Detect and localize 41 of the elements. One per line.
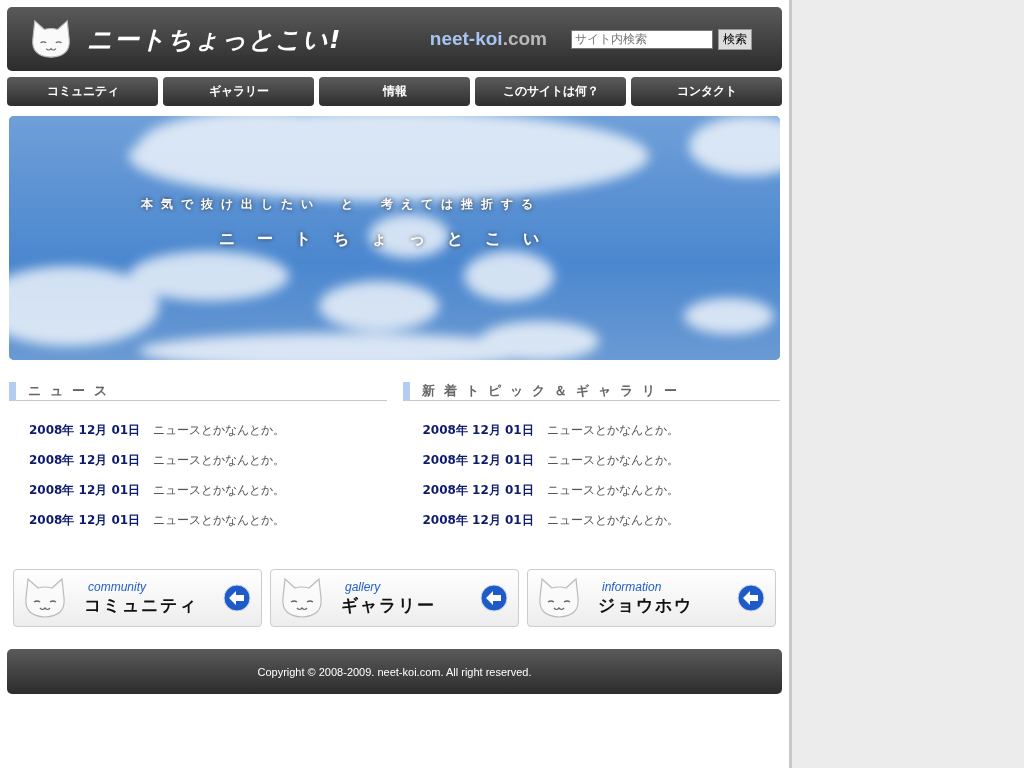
news-link[interactable]: ニュースとかなんとか。 [546,511,679,529]
news-date: 2008年 12月 01日 [29,511,142,529]
card-title: ジョウホウ [598,593,694,617]
site-logo-text[interactable]: ニートちょっとこい! [87,22,342,56]
news-date: 2008年 12月 01日 [422,511,535,529]
copyright-text: Copyright © 2008-2009. neet-koi.com. All right reserved. [257,665,532,678]
search-button[interactable]: 検索 [718,28,752,50]
section-heading: 新着トピック＆ギャラリー [421,382,686,400]
domain-name: neet-koi.com [429,28,547,50]
news-date: 2008年 12月 01日 [422,481,535,499]
nav-button[interactable]: コンタクト [631,77,782,106]
nav-button[interactable]: ギャラリー [163,77,314,106]
banner-tagline: 本気で抜け出したい と 考えては挫折する [141,196,541,213]
link-card[interactable]: information ジョウホウ [527,569,776,627]
news-date: 2008年 12月 01日 [29,451,142,469]
link-card[interactable]: community コミュニティ [13,569,262,627]
news-date: 2008年 12月 01日 [422,421,535,439]
card-title: ギャラリー [341,594,437,617]
card-subtitle: information [601,579,663,594]
heading-marker [402,382,410,400]
news-date: 2008年 12月 01日 [29,481,142,499]
news-link[interactable]: ニュースとかなんとか。 [546,481,679,499]
news-link[interactable]: ニュースとかなんとか。 [546,421,679,439]
section-heading: ニュース [28,382,116,400]
nav-button[interactable]: 情報 [319,77,470,106]
news-link[interactable]: ニュースとかなんとか。 [153,451,285,469]
nav-button[interactable]: コミュニティ [7,77,158,106]
search-field[interactable]: サイト内検索 [571,29,713,49]
heading-marker [9,382,16,400]
card-title: コミュニティ [84,594,199,617]
banner-title: ニートちょっとこい [219,229,561,250]
card-subtitle: gallery [344,579,382,594]
news-link[interactable]: ニュースとかなんとか。 [153,421,285,439]
card-subtitle: community [87,579,148,594]
nav-button[interactable]: このサイトは何？ [475,77,626,106]
link-card[interactable]: gallery ギャラリー [270,569,519,627]
news-link[interactable]: ニュースとかなんとか。 [153,481,285,499]
news-date: 2008年 12月 01日 [422,451,535,469]
news-date: 2008年 12月 01日 [29,421,142,439]
news-link[interactable]: ニュースとかなんとか。 [546,451,679,469]
news-link[interactable]: ニュースとかなんとか。 [153,511,285,529]
